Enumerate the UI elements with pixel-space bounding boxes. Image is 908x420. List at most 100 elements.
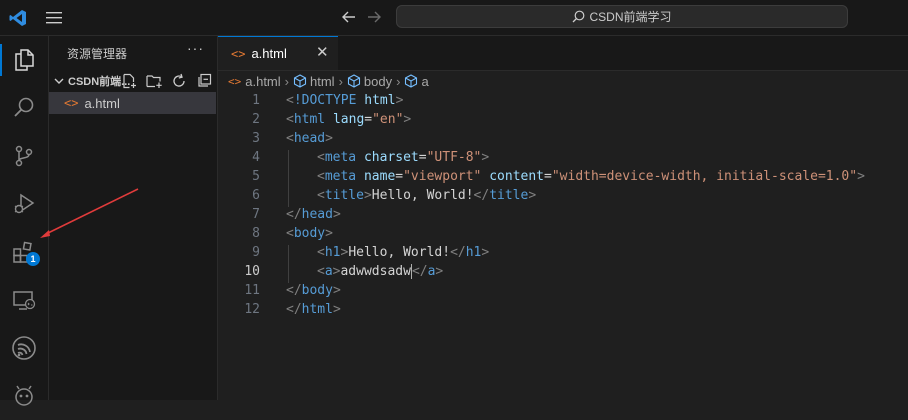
code-token-tag: meta (324, 169, 357, 184)
code-token-str: "UTF-8" (426, 150, 482, 165)
code-token-bracket: </ (450, 245, 466, 260)
search-button[interactable] (0, 84, 48, 132)
code-token-bracket: > (528, 188, 537, 203)
explorer-sidebar: 资源管理器 ··· CSDN前端... <> a.html (49, 36, 218, 400)
breadcrumb-item-html[interactable]: html (293, 74, 335, 89)
code-token-bracket: < (317, 188, 325, 203)
code-token-bracket: </ (286, 283, 302, 298)
code-token-bracket: < (286, 131, 294, 146)
run-debug-button[interactable] (0, 180, 48, 228)
code-token-bracket: > (481, 245, 490, 260)
extensions-button[interactable] (0, 228, 48, 276)
files-icon (12, 48, 36, 72)
workspace-folder[interactable]: CSDN前端... (49, 70, 217, 92)
code-line: <!DOCTYPE html> (286, 93, 403, 108)
code-token-bracket: </ (286, 302, 302, 317)
line-number: 8 (252, 226, 260, 241)
code-token-tag: body (301, 283, 333, 298)
code-token-tag: title (489, 188, 529, 203)
indent-guide (288, 188, 289, 207)
arrow-right-icon[interactable] (367, 10, 382, 24)
code-token-bracket: > (332, 283, 341, 298)
breadcrumb-separator: › (284, 73, 289, 89)
code-token-bracket: > (857, 169, 865, 184)
new-file-icon[interactable] (121, 73, 137, 89)
line-number: 9 (252, 245, 260, 260)
code-line: <meta charset="UTF-8"> (317, 150, 489, 165)
esp-idf-icon (11, 335, 37, 361)
arrow-left-icon[interactable] (341, 10, 356, 24)
code-line: <a>adwwdsadw</a> (317, 264, 443, 279)
file-item-a-html[interactable]: <> a.html (49, 92, 216, 114)
copilot-button[interactable] (0, 372, 48, 420)
breadcrumb-label: a (421, 73, 429, 89)
code-token-bracket: > (395, 93, 404, 108)
code-token-tag: !DOCTYPE (293, 93, 357, 108)
menu-icon[interactable] (46, 11, 62, 24)
code-token-str: "viewport" (403, 169, 482, 184)
breadcrumb-separator: › (338, 73, 343, 89)
line-number: 2 (252, 112, 260, 127)
code-token-tag: title (324, 188, 364, 203)
code-token-bracket: < (286, 112, 294, 127)
symbol-element-icon (293, 74, 307, 88)
source-control-button[interactable] (0, 132, 48, 180)
editor-tab-bar: <> a.html ✕ (218, 36, 908, 71)
indent-guide (288, 150, 289, 169)
line-number: 7 (252, 207, 260, 222)
html-file-icon: <> (64, 96, 79, 110)
explorer-button[interactable] (0, 36, 48, 84)
html-file-icon: <> (231, 46, 246, 61)
refresh-icon[interactable] (171, 73, 187, 89)
more-actions-button[interactable]: ··· (187, 40, 204, 56)
code-token-bracket: > (325, 226, 333, 241)
symbol-element-icon (347, 74, 361, 88)
new-folder-icon[interactable] (146, 73, 163, 89)
code-token-bracket: > (332, 302, 341, 317)
breadcrumb-label: html (310, 73, 335, 89)
line-number: 1 (252, 93, 260, 108)
file-item-label: a.html (84, 95, 120, 111)
line-number: 10 (244, 264, 260, 279)
breadcrumb-label: body (363, 73, 393, 89)
symbol-element-icon (404, 74, 418, 88)
code-token-bracket: > (403, 112, 412, 127)
code-token-attr: lang (332, 112, 365, 127)
code-token-eq: = (395, 169, 404, 184)
code-token-attr: content (489, 169, 545, 184)
explorer-title: 资源管理器 (67, 47, 128, 61)
tab-a-html[interactable]: <> a.html ✕ (218, 36, 338, 70)
code-token-bracket: > (332, 207, 341, 222)
code-token-bracket: < (317, 264, 325, 279)
code-token-bracket: < (286, 226, 294, 241)
code-token-text: Hello, World! (348, 245, 451, 260)
code-token-attr: name (363, 169, 396, 184)
indent-guide (288, 245, 289, 264)
breadcrumb-item-body[interactable]: body (347, 74, 392, 89)
close-icon[interactable]: ✕ (316, 43, 329, 61)
title-bar: CSDN前端学习 (0, 0, 908, 36)
code-token-tag: body (293, 226, 326, 241)
collapse-all-icon[interactable] (196, 73, 212, 89)
breadcrumb-item-file[interactable]: <> a.html (228, 74, 281, 89)
remote-explorer-button[interactable] (0, 276, 48, 324)
code-editor[interactable]: 1 <!DOCTYPE html> 2 <html lang="en"> 3 <head>… (218, 92, 908, 400)
code-token-text: adwwdsadw (340, 264, 411, 279)
command-center-search[interactable]: CSDN前端学习 (396, 5, 848, 28)
code-token-bracket: < (286, 93, 294, 108)
line-number: 5 (252, 169, 260, 184)
vscode-logo-icon (9, 9, 27, 27)
remote-explorer-icon (12, 288, 36, 312)
code-token-text: Hello, World! (371, 188, 474, 203)
code-token-str: "width=device-width, initial-scale=1.0" (551, 169, 858, 184)
code-token-bracket: > (435, 264, 444, 279)
esp-idf-button[interactable] (0, 324, 48, 372)
breadcrumb-item-a[interactable]: a (404, 73, 429, 89)
code-token-tag: head (301, 207, 333, 222)
code-token-attr: html (364, 93, 396, 108)
line-number: 3 (252, 131, 260, 146)
code-line: </body> (286, 283, 341, 298)
